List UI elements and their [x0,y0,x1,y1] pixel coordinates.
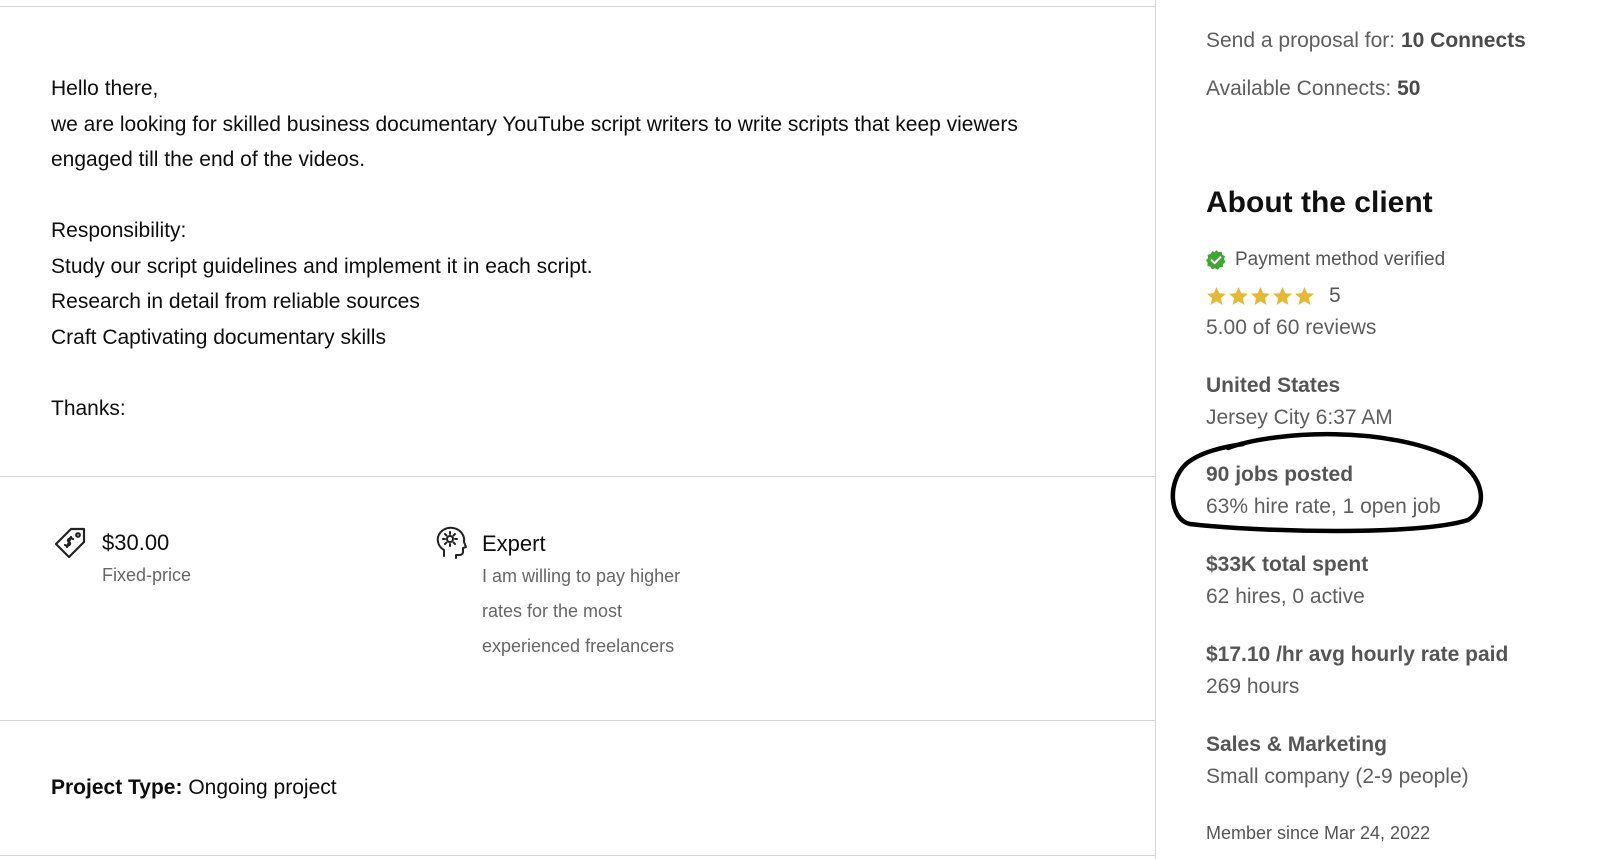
avg-hourly-rate: $17.10 /hr avg hourly rate paid [1206,643,1509,666]
experience-description: I am willing to pay higher [482,566,681,586]
experience-level: Expert [482,531,546,556]
reviews-count: 5.00 of 60 reviews [1206,316,1377,339]
divider [0,855,1156,856]
star-icon [1295,286,1314,305]
total-spent: $33K total spent [1206,553,1369,576]
job-details-page: Hello there, we are looking for skilled … [0,0,1600,859]
proposal-cost-label: Send a proposal for: [1206,29,1396,52]
member-since: Member since Mar 24, 2022 [1206,823,1431,843]
client-rating: 5 [1206,284,1341,308]
star-icon [1273,286,1292,305]
responsibility-item: Craft Captivating documentary skills [51,325,386,349]
client-industry: Sales & Marketing [1206,733,1387,756]
proposal-cost-value: 10 Connects [1400,29,1526,52]
budget-block: $30.00 Fixed-price [102,530,191,593]
sidebar: Send a proposal for: 10 Connects Availab… [1156,0,1600,859]
project-type-value: Ongoing project [188,776,337,799]
budget-type: Fixed-price [102,565,192,585]
project-type-label: Project Type: [51,776,183,799]
job-description: Hello there, we are looking for skilled … [51,71,1111,426]
rating-value: 5 [1329,284,1341,307]
payment-verified-label: Payment method verified [1235,249,1446,270]
budget-amount: $30.00 [102,530,170,555]
about-client-heading: About the client [1206,186,1433,219]
available-connects-label: Available Connects: [1206,77,1392,100]
divider [0,720,1156,721]
star-icon [1229,286,1248,305]
payment-verified: Payment method verified [1206,249,1445,271]
description-line: we are looking for skilled business docu… [51,112,1018,136]
hours-billed: 269 hours [1206,675,1300,698]
divider [0,476,1156,477]
job-main-column: Hello there, we are looking for skilled … [0,0,1156,859]
description-thanks: Thanks: [51,396,126,420]
gear-head-icon [436,526,467,559]
client-country: United States [1206,374,1341,397]
divider [0,6,1156,7]
available-connects: Available Connects: 50 [1206,77,1420,101]
available-connects-value: 50 [1397,77,1421,100]
responsibility-item: Study our script guidelines and implemen… [51,254,593,278]
description-line: engaged till the end of the videos. [51,148,366,171]
client-city-time: Jersey City 6:37 AM [1206,406,1393,429]
annotation-circle [1170,432,1484,534]
responsibility-item: Research in detail from reliable sources [51,290,420,313]
project-type: Project Type: Ongoing project [51,776,337,800]
company-size: Small company (2-9 people) [1206,765,1469,788]
price-tag-icon [54,527,86,559]
star-icon [1207,286,1226,305]
experience-description: experienced freelancers [482,636,675,656]
star-icon [1251,286,1270,305]
proposal-cost: Send a proposal for: 10 Connects [1206,29,1526,53]
experience-description: rates for the most [482,601,623,621]
verified-check-icon [1206,250,1226,270]
description-greeting: Hello there, [51,77,159,100]
experience-block: Expert I am willing to pay higher rates … [482,531,680,664]
responsibility-heading: Responsibility: [51,219,187,242]
hires-count: 62 hires, 0 active [1206,585,1365,608]
